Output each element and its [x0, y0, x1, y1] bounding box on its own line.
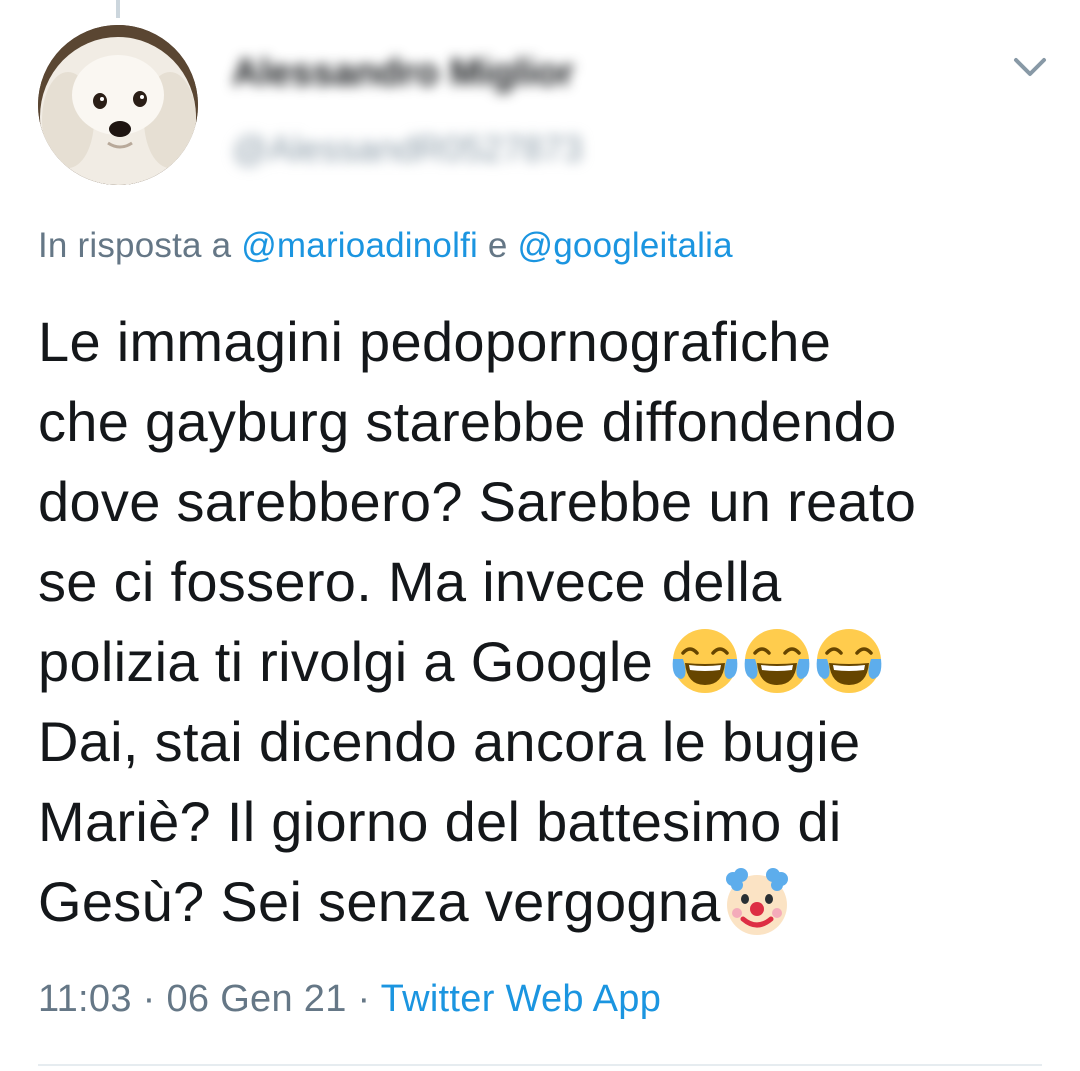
reply-conjunction: e	[487, 226, 508, 265]
separator: ·	[357, 978, 371, 1020]
tweet-text-line: Le immagini pedopornografiche	[38, 310, 832, 373]
reply-context: In risposta a @marioadinolfi e @googleit…	[38, 226, 733, 266]
tweet-text-segment: Gesù? Sei senza vergogna	[38, 870, 721, 933]
tweet-time: 11:03	[38, 978, 132, 1020]
source-app-link[interactable]: Twitter Web App	[381, 978, 661, 1020]
tweet-body: Le immagini pedopornografiche che gaybur…	[38, 302, 1058, 942]
tweet-text-line: se ci fossero. Ma invece della	[38, 550, 782, 613]
tweet-text-line-with-emojis: polizia ti rivolgi a Google	[38, 622, 1058, 702]
face-with-tears-of-joy-icon	[741, 625, 813, 697]
separator: ·	[142, 978, 156, 1020]
face-with-tears-of-joy-icon	[669, 625, 741, 697]
tweet-metadata: 11:03 · 06 Gen 21 · Twitter Web App	[38, 978, 661, 1021]
tweet-text-line: Mariè? Il giorno del battesimo di	[38, 790, 842, 853]
mention-link[interactable]: @marioadinolfi	[241, 226, 478, 265]
tweet-text-line: che gayburg starebbe diffondendo	[38, 390, 897, 453]
tweet-text-line: dove sarebbero? Sarebbe un reato	[38, 470, 917, 533]
tweet-date: 06 Gen 21	[166, 978, 347, 1020]
tweet-text-segment: polizia ti rivolgi a Google	[38, 630, 654, 693]
reply-prefix: In risposta a	[38, 226, 232, 265]
face-with-tears-of-joy-icon	[813, 625, 885, 697]
author-handle[interactable]: @AlessandR0527873	[232, 128, 583, 170]
avatar[interactable]	[38, 25, 198, 185]
mention-link[interactable]: @googleitalia	[518, 226, 733, 265]
dog-avatar-icon	[38, 25, 198, 185]
tweet-text-line: Dai, stai dicendo ancora le bugie	[38, 710, 861, 773]
tweet-text-line-with-emoji: Gesù? Sei senza vergogna	[38, 862, 1058, 942]
clown-face-icon	[721, 865, 793, 937]
divider	[38, 1064, 1042, 1066]
chevron-down-icon[interactable]	[1008, 50, 1052, 86]
thread-connector-line	[116, 0, 120, 18]
author-display-name[interactable]: Alessandro Miglior	[232, 52, 574, 95]
